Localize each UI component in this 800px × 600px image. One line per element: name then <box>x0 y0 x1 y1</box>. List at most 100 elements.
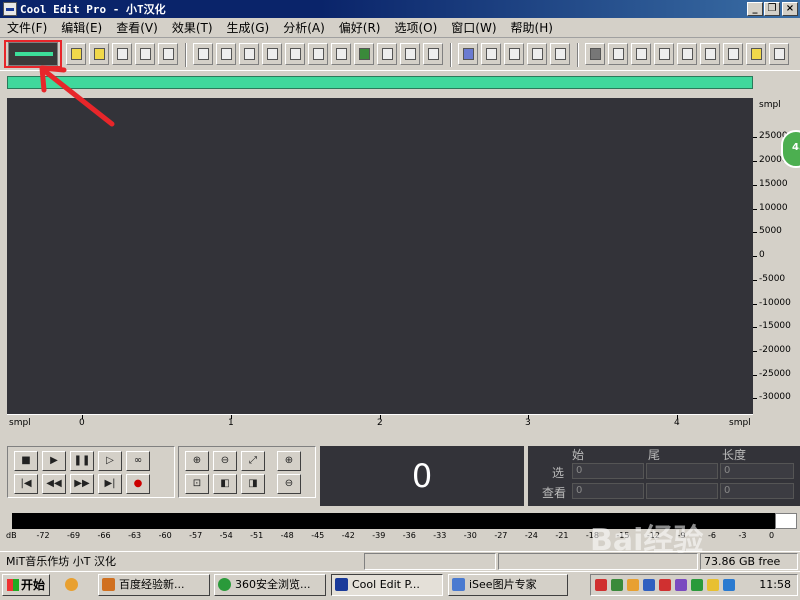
play-icon[interactable] <box>654 43 674 65</box>
level-icon[interactable] <box>746 43 766 65</box>
menu-file[interactable]: 文件(F) <box>0 19 54 36</box>
check-icon[interactable] <box>481 43 501 65</box>
delete-silence-icon[interactable] <box>423 43 443 65</box>
redo-icon[interactable] <box>216 43 236 65</box>
minimize-button[interactable]: _ <box>747 2 763 16</box>
menu-view[interactable]: 查看(V) <box>109 19 165 36</box>
clock[interactable]: 11:58 <box>759 578 791 591</box>
play-button[interactable]: ▶ <box>42 451 66 471</box>
task-isee[interactable]: iSee图片专家 <box>448 574 568 596</box>
pause-button[interactable]: ❚❚ <box>70 451 94 471</box>
copy-icon[interactable] <box>262 43 282 65</box>
level-meter-label: -72 <box>36 531 50 540</box>
menu-edit[interactable]: 编辑(E) <box>54 19 109 36</box>
selection-view-panel: 始 尾 长度 选 查看 0 0 0 0 <box>528 446 800 506</box>
level-meter-label: -39 <box>372 531 386 540</box>
record-button[interactable]: ● <box>126 474 150 494</box>
grid3-icon[interactable] <box>550 43 570 65</box>
task-label: iSee图片专家 <box>469 578 537 591</box>
go-to-start-button[interactable]: |◀ <box>14 474 38 494</box>
selection-length-field[interactable]: 0 <box>720 463 794 479</box>
zoom-out-vertical-icon[interactable]: ⊖ <box>277 474 301 494</box>
zoom-selection-icon[interactable]: ⊡ <box>185 474 209 494</box>
selection-end-field[interactable] <box>646 463 718 479</box>
tray-icon[interactable] <box>611 579 623 591</box>
save-as-icon[interactable] <box>135 43 155 65</box>
data-icon[interactable] <box>723 43 743 65</box>
mix-paste-icon[interactable] <box>377 43 397 65</box>
grid-icon[interactable] <box>504 43 524 65</box>
menu-options[interactable]: 选项(O) <box>387 19 444 36</box>
task-label: Cool Edit P... <box>352 578 420 591</box>
close-button[interactable]: × <box>782 2 798 16</box>
window-title: Cool Edit Pro - 小T汉化 <box>20 3 166 16</box>
undo-icon[interactable] <box>193 43 213 65</box>
view-end-field[interactable] <box>646 483 718 499</box>
level-meter-label: dB <box>6 531 17 540</box>
tray-icon[interactable] <box>691 579 703 591</box>
tray-icon[interactable] <box>643 579 655 591</box>
go-to-end-button[interactable]: ▶| <box>98 474 122 494</box>
restore-button[interactable]: ❐ <box>764 2 780 16</box>
paste-icon[interactable] <box>331 43 351 65</box>
cut-icon[interactable] <box>308 43 328 65</box>
system-tray: 11:58 <box>590 574 798 596</box>
tray-icon[interactable] <box>675 579 687 591</box>
task-baidu[interactable]: 百度经验新... <box>98 574 210 596</box>
status-icon[interactable] <box>769 43 789 65</box>
zoom-out-icon[interactable]: ⊖ <box>213 451 237 471</box>
menu-help[interactable]: 帮助(H) <box>504 19 560 36</box>
play-list-icon[interactable] <box>631 43 651 65</box>
tray-icon[interactable] <box>707 579 719 591</box>
start-button[interactable]: 开始 <box>2 574 50 596</box>
paste-new-icon[interactable] <box>354 43 374 65</box>
level-meter-label: -69 <box>67 531 81 540</box>
tray-icon[interactable] <box>627 579 639 591</box>
fast-forward-button[interactable]: ▶▶ <box>70 474 94 494</box>
quicklaunch-icon[interactable] <box>58 574 88 596</box>
zoom-in-vertical-icon[interactable]: ⊕ <box>277 451 301 471</box>
repeat-icon[interactable] <box>239 43 259 65</box>
floating-badge[interactable]: 45 <box>781 130 800 168</box>
ruler-label: -5000 <box>759 274 786 284</box>
window-icon[interactable] <box>585 43 605 65</box>
menu-window[interactable]: 窗口(W) <box>444 19 503 36</box>
zoom-in-icon[interactable]: ⊕ <box>185 451 209 471</box>
cue-list-icon[interactable] <box>608 43 628 65</box>
ruler-unit: smpl <box>759 100 781 110</box>
ruler-label: -20000 <box>759 345 791 355</box>
time-display-icon[interactable] <box>700 43 720 65</box>
spectral-view-icon[interactable] <box>458 43 478 65</box>
zoom-icon[interactable] <box>677 43 697 65</box>
play-to-end-button[interactable]: ▷ <box>98 451 122 471</box>
view-begin-field[interactable]: 0 <box>572 483 644 499</box>
time-ruler: smpl 0 1 2 3 4 smpl <box>7 414 753 431</box>
menu-favorites[interactable]: 偏好(R) <box>332 19 388 36</box>
level-meter-label: -36 <box>402 531 416 540</box>
selection-begin-field[interactable]: 0 <box>572 463 644 479</box>
menu-analyze[interactable]: 分析(A) <box>276 19 332 36</box>
time-ruler-label: 2 <box>377 418 383 428</box>
loop-button[interactable]: ∞ <box>126 451 150 471</box>
tray-icon[interactable] <box>595 579 607 591</box>
time-ruler-unit: smpl <box>9 418 31 428</box>
save-all-icon[interactable] <box>158 43 178 65</box>
tray-icon[interactable] <box>659 579 671 591</box>
stop-button[interactable]: ■ <box>14 451 38 471</box>
task-cool-edit[interactable]: Cool Edit P... <box>331 574 443 596</box>
zoom-full-icon[interactable]: ⤢ <box>241 451 265 471</box>
copy-new-icon[interactable] <box>285 43 305 65</box>
rewind-button[interactable]: ◀◀ <box>42 474 66 494</box>
trim-icon[interactable] <box>400 43 420 65</box>
zoom-left-icon[interactable]: ◧ <box>213 474 237 494</box>
menu-generate[interactable]: 生成(G) <box>220 19 277 36</box>
level-meter-label: -42 <box>341 531 355 540</box>
grid2-icon[interactable] <box>527 43 547 65</box>
zoom-right-icon[interactable]: ◨ <box>241 474 265 494</box>
menu-effects[interactable]: 效果(T) <box>165 19 220 36</box>
waveform-display[interactable] <box>7 98 753 414</box>
task-360-browser[interactable]: 360安全浏览... <box>214 574 326 596</box>
view-length-field[interactable]: 0 <box>720 483 794 499</box>
level-meter-label: -51 <box>250 531 264 540</box>
tray-icon[interactable] <box>723 579 735 591</box>
